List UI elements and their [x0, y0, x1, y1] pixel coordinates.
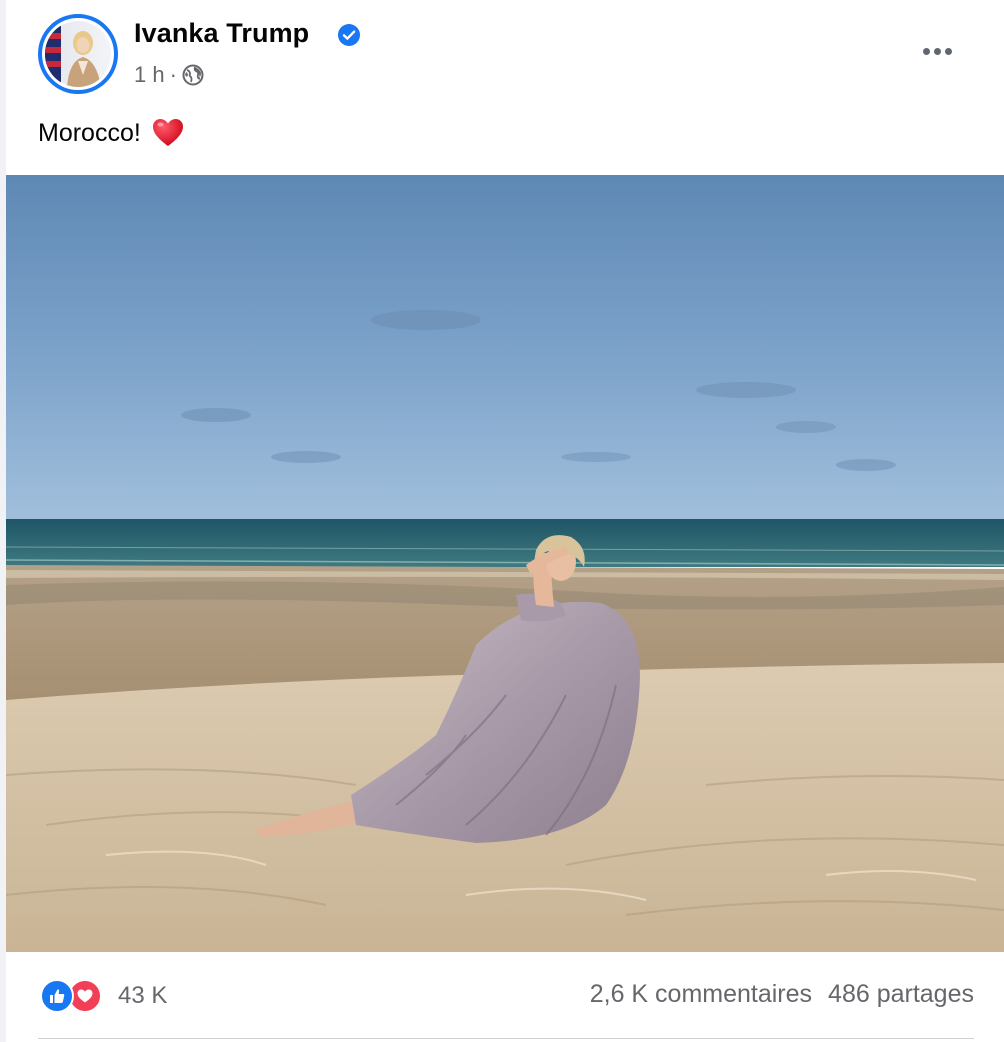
shares-count[interactable]: 486 partages — [828, 980, 974, 1009]
meta-separator: · — [169, 62, 177, 87]
post-meta: 1 h · — [134, 62, 204, 88]
author-avatar[interactable] — [38, 14, 118, 94]
more-options-icon[interactable] — [910, 34, 964, 68]
dot — [944, 47, 952, 55]
post-header: Ivanka Trump 1 h · Morocco! — [6, 0, 1004, 147]
comments-count[interactable]: 2,6 K commentaires — [590, 980, 812, 1009]
reaction-count: 43 K — [118, 982, 168, 1009]
dot — [922, 47, 930, 55]
verified-badge-icon — [338, 24, 360, 46]
avatar-photo — [45, 21, 111, 87]
post-footer: 43 K 2,6 K commentaires 486 partages — [6, 952, 1004, 1042]
engagement-stats: 2,6 K commentaires 486 partages — [590, 980, 974, 1009]
globe-icon[interactable] — [182, 64, 204, 86]
post-timestamp[interactable]: 1 h — [134, 62, 165, 88]
author-name[interactable]: Ivanka Trump — [134, 18, 309, 49]
footer-divider — [38, 1038, 974, 1039]
dot — [933, 47, 941, 55]
caption-text: Morocco! — [38, 118, 141, 147]
facebook-post: Ivanka Trump 1 h · Morocco! 43 K 2,6 K c… — [6, 0, 1004, 1042]
post-photo[interactable] — [6, 175, 1004, 952]
reactions-summary[interactable]: 43 K — [40, 979, 167, 1013]
like-icon — [40, 979, 74, 1013]
post-caption: Morocco! — [38, 116, 185, 150]
red-heart-icon — [152, 119, 183, 146]
